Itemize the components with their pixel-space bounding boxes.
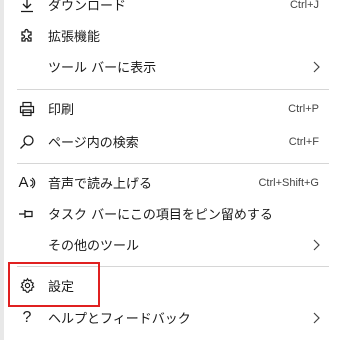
pin-icon	[17, 204, 37, 224]
background-window-edge	[0, 0, 4, 340]
chevron-right-icon	[311, 238, 321, 252]
menu-item-label: タスク バーにこの項目をピン留めする	[48, 208, 273, 223]
menu-item-show-in-toolbar[interactable]: ツール バーに表示	[5, 51, 340, 82]
menu-item-downloads[interactable]: ダウンロード Ctrl+J	[5, 0, 340, 20]
menu-item-label: その他のツール	[48, 239, 140, 254]
chevron-right-icon	[311, 311, 321, 325]
menu-item-shortcut: Ctrl+P	[288, 102, 319, 115]
menu-item-print[interactable]: 印刷 Ctrl+P	[5, 93, 340, 124]
extensions-icon	[17, 26, 37, 46]
menu-item-label: ダウンロード	[48, 0, 127, 14]
menu-item-label: ツール バーに表示	[48, 61, 157, 76]
help-glyph: ?	[22, 308, 32, 326]
read-aloud-glyph: A	[18, 174, 28, 191]
download-icon	[17, 0, 37, 15]
menu-item-label: 拡張機能	[48, 30, 101, 45]
menu-divider	[17, 163, 329, 164]
menu-item-read-aloud[interactable]: A 音声で読み上げる Ctrl+Shift+G	[5, 167, 340, 198]
menu-item-label: ページ内の検索	[48, 136, 139, 151]
menu-item-label: 印刷	[48, 103, 75, 118]
search-icon	[17, 132, 37, 152]
help-icon: ?	[17, 308, 37, 328]
menu-divider	[17, 89, 329, 90]
menu-item-label: ヘルプとフィードバック	[48, 312, 191, 327]
menu-item-find-in-page[interactable]: ページ内の検索 Ctrl+F	[5, 126, 340, 157]
menu-item-label: 音声で読み上げる	[48, 177, 153, 192]
print-icon	[17, 99, 37, 119]
settings-highlight-box	[8, 262, 100, 307]
menu-item-shortcut: Ctrl+Shift+G	[258, 176, 319, 189]
menu-item-extensions[interactable]: 拡張機能	[5, 20, 340, 51]
browser-settings-menu: ダウンロード Ctrl+J 拡張機能 ツール バーに表示 印刷 Ctrl+P ペ…	[5, 0, 340, 340]
menu-item-more-tools[interactable]: その他のツール	[5, 229, 340, 260]
chevron-right-icon	[311, 60, 321, 74]
menu-item-shortcut: Ctrl+F	[288, 135, 319, 148]
menu-item-pin-to-taskbar[interactable]: タスク バーにこの項目をピン留めする	[5, 198, 340, 229]
read-aloud-icon: A	[17, 173, 37, 193]
menu-item-shortcut: Ctrl+J	[289, 0, 319, 11]
